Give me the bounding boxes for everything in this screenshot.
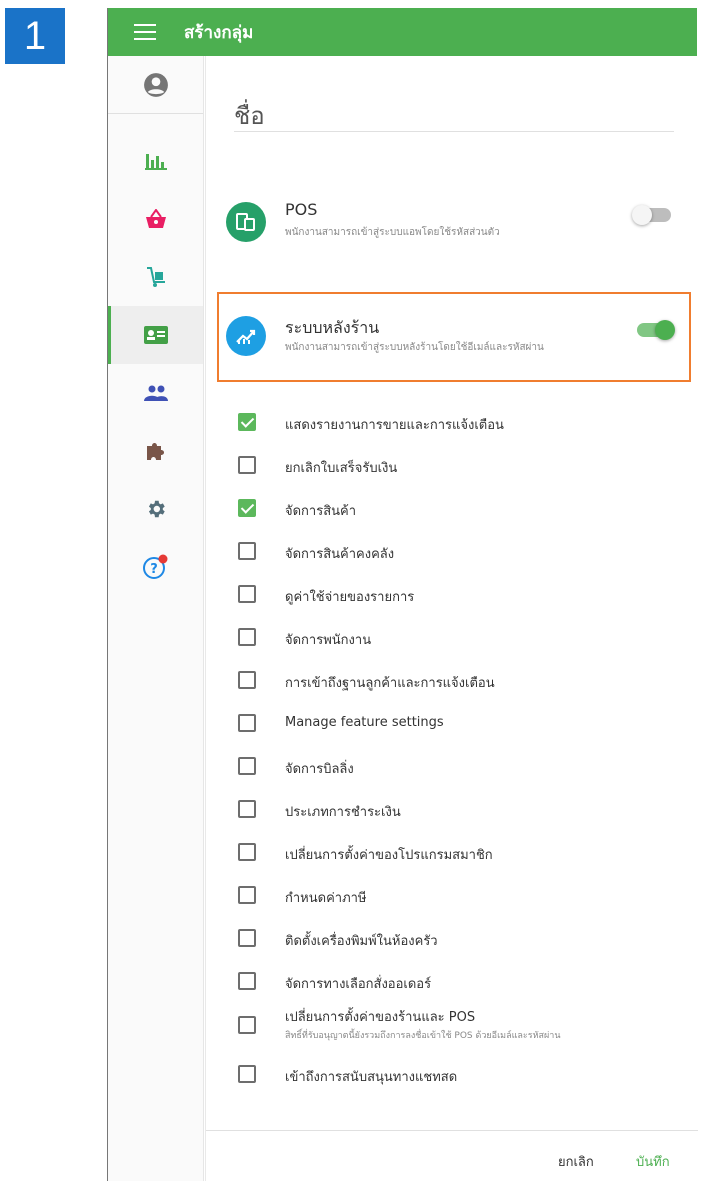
sidebar-item-employees[interactable] — [108, 306, 204, 364]
permission-description: สิทธิ์ที่รับอนุญาตนี้ยังรวมถึงการลงชื่อเ… — [285, 1031, 561, 1041]
permission-label: การเข้าถึงฐานลูกค้าและการแจ้งเตือน — [285, 676, 495, 691]
pos-access-title: POS — [285, 200, 318, 219]
permission-label: จัดการพนักงาน — [285, 633, 372, 648]
permission-row[interactable]: ดูค่าใช้จ่ายของรายการ — [206, 574, 698, 614]
permission-checkbox[interactable] — [238, 1016, 256, 1034]
bar-chart-icon — [145, 154, 167, 170]
permission-row[interactable]: จัดการสินค้า — [206, 488, 698, 528]
footer-divider — [206, 1130, 698, 1131]
permission-label: ดูค่าใช้จ่ายของรายการ — [285, 590, 415, 605]
permission-row[interactable]: เปลี่ยนการตั้งค่าของโปรแกรมสมาชิก — [206, 832, 698, 872]
permission-label: เข้าถึงการสนับสนุนทางแชทสด — [285, 1070, 458, 1085]
devices-icon — [226, 202, 266, 242]
permission-checkbox[interactable] — [238, 542, 256, 560]
permission-label: ประเภทการชำระเงิน — [285, 805, 401, 820]
permission-checkbox[interactable] — [238, 1065, 256, 1083]
permission-row[interactable]: Manage feature settings — [206, 703, 698, 743]
permission-label: เปลี่ยนการตั้งค่าของโปรแกรมสมาชิก — [285, 848, 493, 863]
pos-access-toggle[interactable] — [632, 205, 671, 225]
top-app-bar: สร้างกลุ่ม — [108, 8, 697, 56]
sidebar-item-integrations[interactable] — [108, 422, 204, 480]
permission-checkbox[interactable] — [238, 628, 256, 646]
backoffice-access-title: ระบบหลังร้าน — [285, 318, 380, 337]
group-form: ชื่อ POS พนักงานสามารถเข้าสู่ระบบแอพโดยใ… — [205, 56, 698, 1181]
permission-row[interactable]: จัดการพนักงาน — [206, 617, 698, 657]
permission-checkbox[interactable] — [238, 886, 256, 904]
permission-row[interactable]: กำหนดค่าภาษี — [206, 875, 698, 915]
permission-row[interactable]: การเข้าถึงฐานลูกค้าและการแจ้งเตือน — [206, 660, 698, 700]
trending-chart-icon — [226, 316, 266, 356]
sidebar: ? — [108, 56, 204, 1181]
permission-label: เปลี่ยนการตั้งค่าของร้านและ POS — [285, 1010, 476, 1025]
permission-row[interactable]: แสดงรายงานการขายและการแจ้งเตือน — [206, 402, 698, 442]
pos-access-description: พนักงานสามารถเข้าสู่ระบบแอพโดยใช้รหัสส่ว… — [285, 227, 500, 238]
permission-label: จัดการสินค้า — [285, 504, 357, 519]
sidebar-item-customers[interactable] — [108, 364, 204, 422]
cancel-button[interactable]: ยกเลิก — [558, 1151, 594, 1172]
gear-icon — [148, 500, 165, 518]
permission-row[interactable]: จัดการสินค้าคงคลัง — [206, 531, 698, 571]
permission-checkbox[interactable] — [238, 499, 256, 517]
permission-checkbox[interactable] — [238, 413, 256, 431]
permission-checkbox[interactable] — [238, 757, 256, 775]
name-field-label[interactable]: ชื่อ — [234, 96, 265, 135]
permission-label: แสดงรายงานการขายและการแจ้งเตือน — [285, 418, 504, 433]
permission-row[interactable]: จัดการทางเลือกสั่งออเดอร์ — [206, 961, 698, 1001]
sidebar-item-reports[interactable] — [108, 132, 204, 190]
permission-label: จัดการสินค้าคงคลัง — [285, 547, 395, 562]
sidebar-item-help[interactable]: ? — [108, 538, 204, 596]
permission-label: Manage feature settings — [285, 715, 444, 730]
name-input-underline[interactable] — [234, 131, 674, 132]
pos-access-row: POS พนักงานสามารถเข้าสู่ระบบแอพโดยใช้รหั… — [206, 184, 698, 264]
backoffice-access-description: พนักงานสามารถเข้าสู่ระบบหลังร้านโดยใช้อี… — [285, 342, 544, 353]
permission-label: ติดตั้งเครื่องพิมพ์ในห้องครัว — [285, 934, 438, 949]
permission-row[interactable]: เข้าถึงการสนับสนุนทางแชทสด — [206, 1054, 698, 1094]
permission-row[interactable]: ประเภทการชำระเงิน — [206, 789, 698, 829]
app-window: สร้างกลุ่ม ? ชื่อ POS พนักงานสามารถเข้าส… — [107, 8, 698, 1181]
backoffice-access-toggle[interactable] — [637, 320, 675, 340]
id-card-icon — [144, 326, 168, 344]
permission-row[interactable]: เปลี่ยนการตั้งค่าของร้านและ POS สิทธิ์ที่… — [206, 1004, 698, 1044]
hamburger-menu-icon[interactable] — [134, 24, 156, 40]
permission-row[interactable]: ยกเลิกใบเสร็จรับเงิน — [206, 445, 698, 485]
help-icon: ? — [143, 554, 168, 579]
sidebar-item-settings[interactable] — [108, 480, 204, 538]
puzzle-icon — [147, 443, 164, 460]
sidebar-item-account[interactable] — [108, 56, 204, 114]
sidebar-item-items[interactable] — [108, 190, 204, 248]
permission-label: ยกเลิกใบเสร็จรับเงิน — [285, 461, 398, 476]
permission-checkbox[interactable] — [238, 456, 256, 474]
permission-checkbox[interactable] — [238, 671, 256, 689]
permission-checkbox[interactable] — [238, 714, 256, 732]
people-icon — [144, 385, 168, 401]
sidebar-item-inventory[interactable] — [108, 248, 204, 306]
account-circle-icon — [144, 72, 168, 97]
toggle-knob — [655, 320, 675, 340]
toggle-knob — [632, 205, 652, 225]
shopping-basket-icon — [146, 209, 166, 228]
permission-label: จัดการบิลลิ่ง — [285, 762, 354, 777]
permission-row[interactable]: จัดการบิลลิ่ง — [206, 746, 698, 786]
permission-checkbox[interactable] — [238, 585, 256, 603]
svg-text:?: ? — [150, 562, 158, 577]
save-button[interactable]: บันทึก — [636, 1151, 670, 1172]
step-number-badge: 1 — [5, 8, 65, 64]
backoffice-access-row: ระบบหลังร้าน พนักงานสามารถเข้าสู่ระบบหลั… — [206, 298, 698, 378]
permission-label: จัดการทางเลือกสั่งออเดอร์ — [285, 977, 432, 992]
permission-checkbox[interactable] — [238, 843, 256, 861]
dolly-icon — [147, 267, 165, 287]
page-title: สร้างกลุ่ม — [184, 22, 254, 43]
permission-row[interactable]: ติดตั้งเครื่องพิมพ์ในห้องครัว — [206, 918, 698, 958]
permission-label: กำหนดค่าภาษี — [285, 891, 367, 906]
permission-checkbox[interactable] — [238, 929, 256, 947]
permission-checkbox[interactable] — [238, 800, 256, 818]
permission-checkbox[interactable] — [238, 972, 256, 990]
